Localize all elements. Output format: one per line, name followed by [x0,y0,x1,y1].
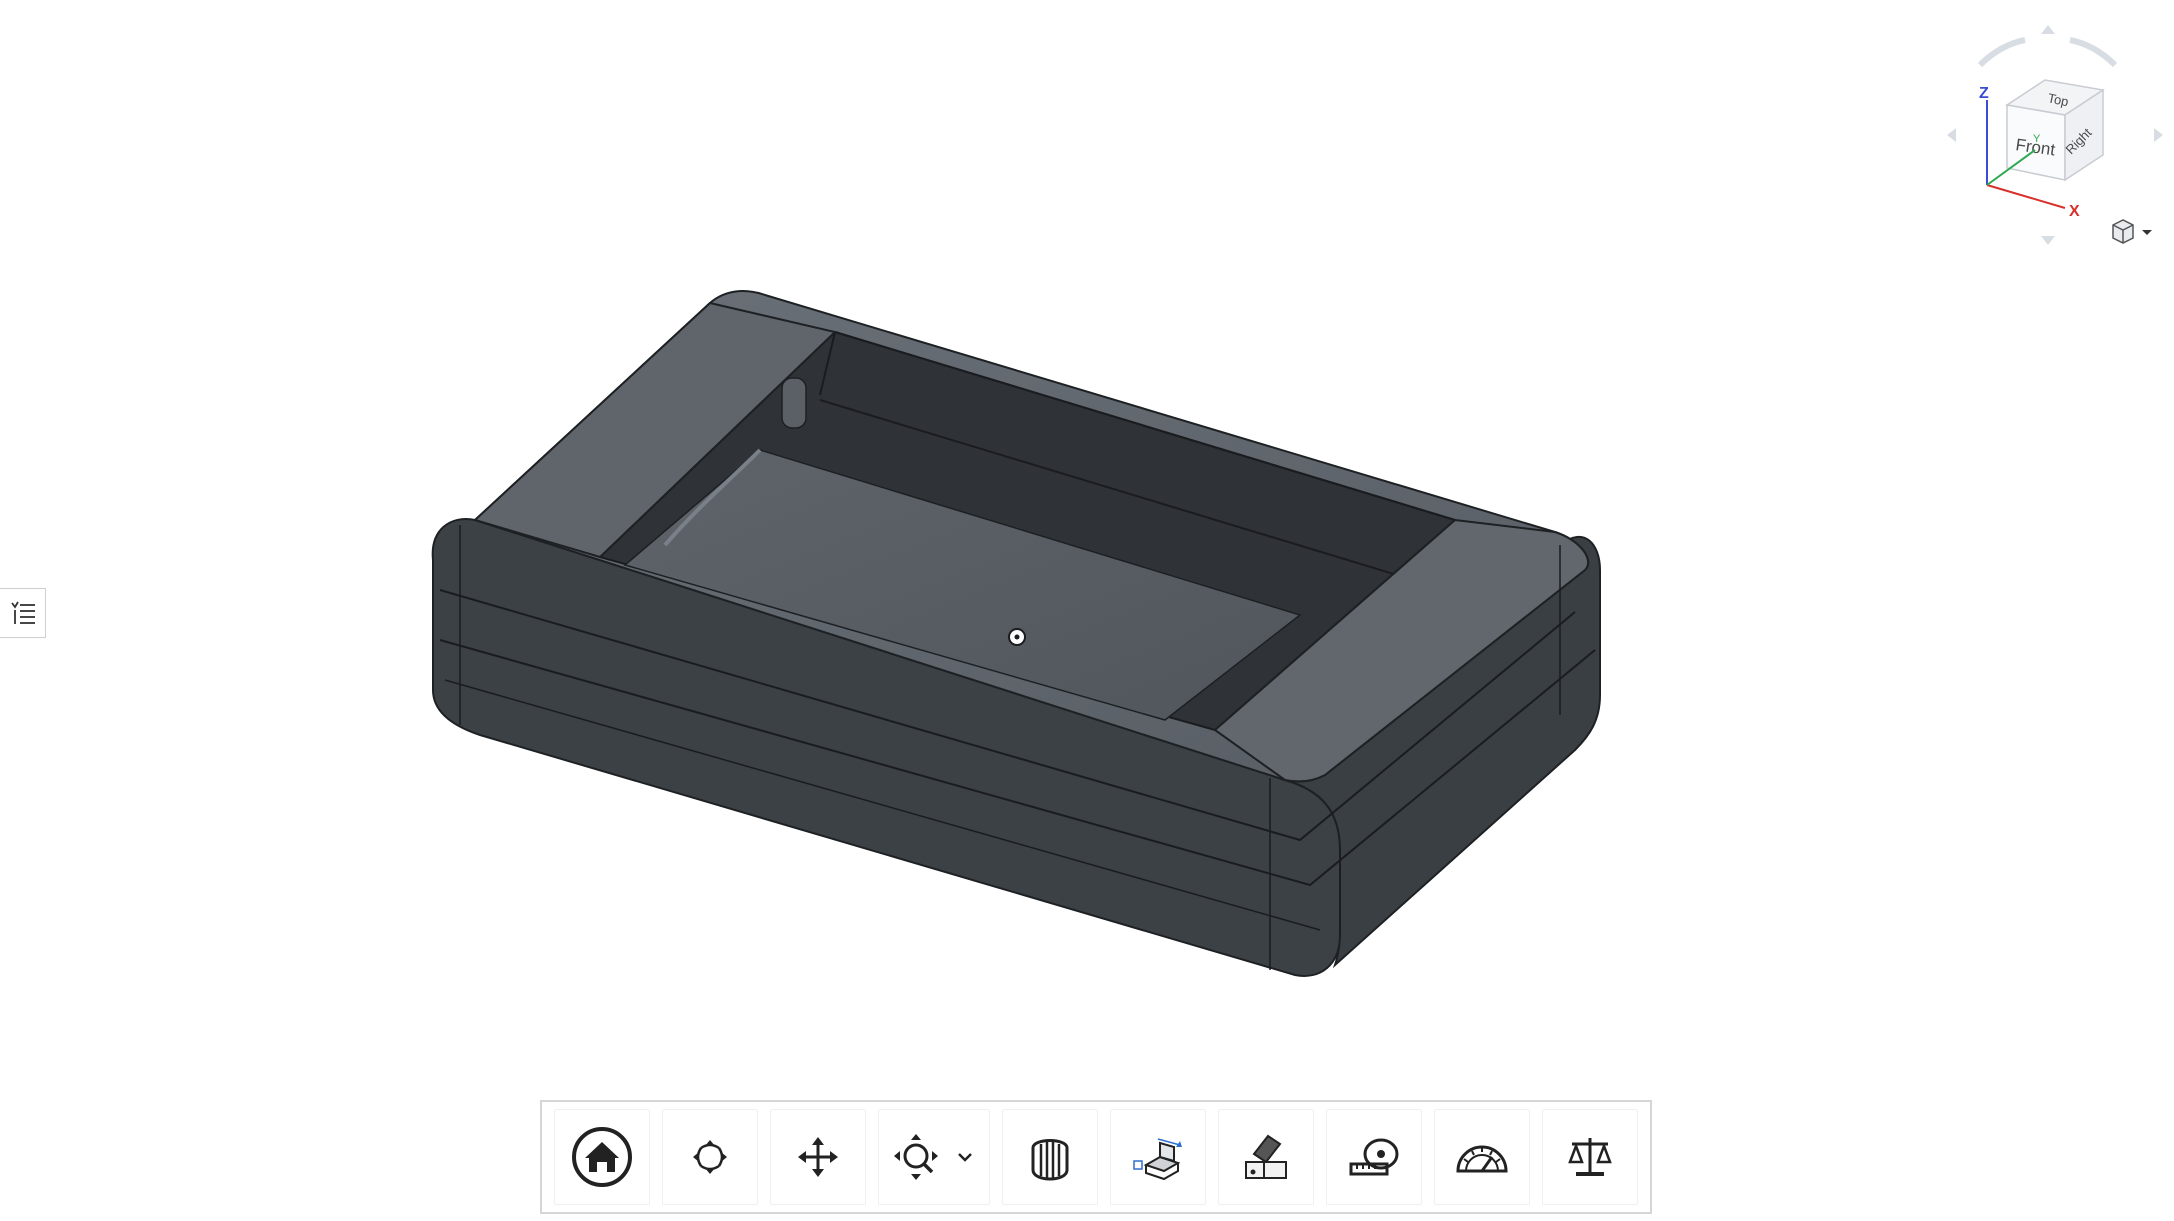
chevron-down-icon [2142,230,2152,235]
rotate-up-arrow-icon[interactable] [2041,25,2055,34]
zoom-icon [894,1134,938,1180]
chevron-down-icon[interactable] [954,1146,976,1168]
pan-button[interactable] [770,1109,866,1205]
view-mode-dropdown[interactable] [2112,219,2152,244]
mounting-post [781,377,807,429]
appearance-icon [1245,1134,1287,1179]
zoom-button[interactable] [878,1109,990,1205]
axis-z-label: Z [1979,85,1989,102]
orbit-button[interactable] [662,1109,758,1205]
mass-properties-button[interactable] [1542,1109,1638,1205]
home-view-button[interactable] [554,1109,650,1205]
rotate-down-arrow-icon[interactable] [2041,236,2055,245]
rotate-arc-right-icon[interactable] [2069,37,2118,68]
section-icon [1133,1138,1182,1181]
explode-button[interactable] [1002,1109,1098,1205]
feature-list-toggle[interactable] [0,588,46,638]
orbit-icon [693,1140,727,1174]
rotate-left-arrow-icon[interactable] [1947,128,1956,142]
rotate-right-arrow-icon[interactable] [2154,128,2163,142]
list-indent-icon [10,601,35,624]
view-cube[interactable]: Top Front Right Z X Y [1935,20,2174,260]
home-icon [572,1127,632,1187]
angle-icon [1456,1145,1508,1173]
enclosure-model[interactable] [0,0,2174,1221]
axis-y-label: Y [2033,133,2041,145]
appearance-button[interactable] [1218,1109,1314,1205]
pan-icon [798,1137,838,1177]
measure-icon [1349,1138,1399,1176]
rotate-arc-left-icon[interactable] [1977,37,2026,68]
measure-button[interactable] [1326,1109,1422,1205]
axis-x-label: X [2069,203,2080,220]
explode-icon [1031,1139,1069,1181]
mass-properties-icon [1568,1138,1612,1176]
3d-viewport[interactable]: Top Front Right Z X Y [0,0,2174,1221]
angle-measure-button[interactable] [1434,1109,1530,1205]
section-view-button[interactable] [1110,1109,1206,1205]
axis-x-line [1986,184,2066,209]
view-toolbar [540,1100,1652,1214]
